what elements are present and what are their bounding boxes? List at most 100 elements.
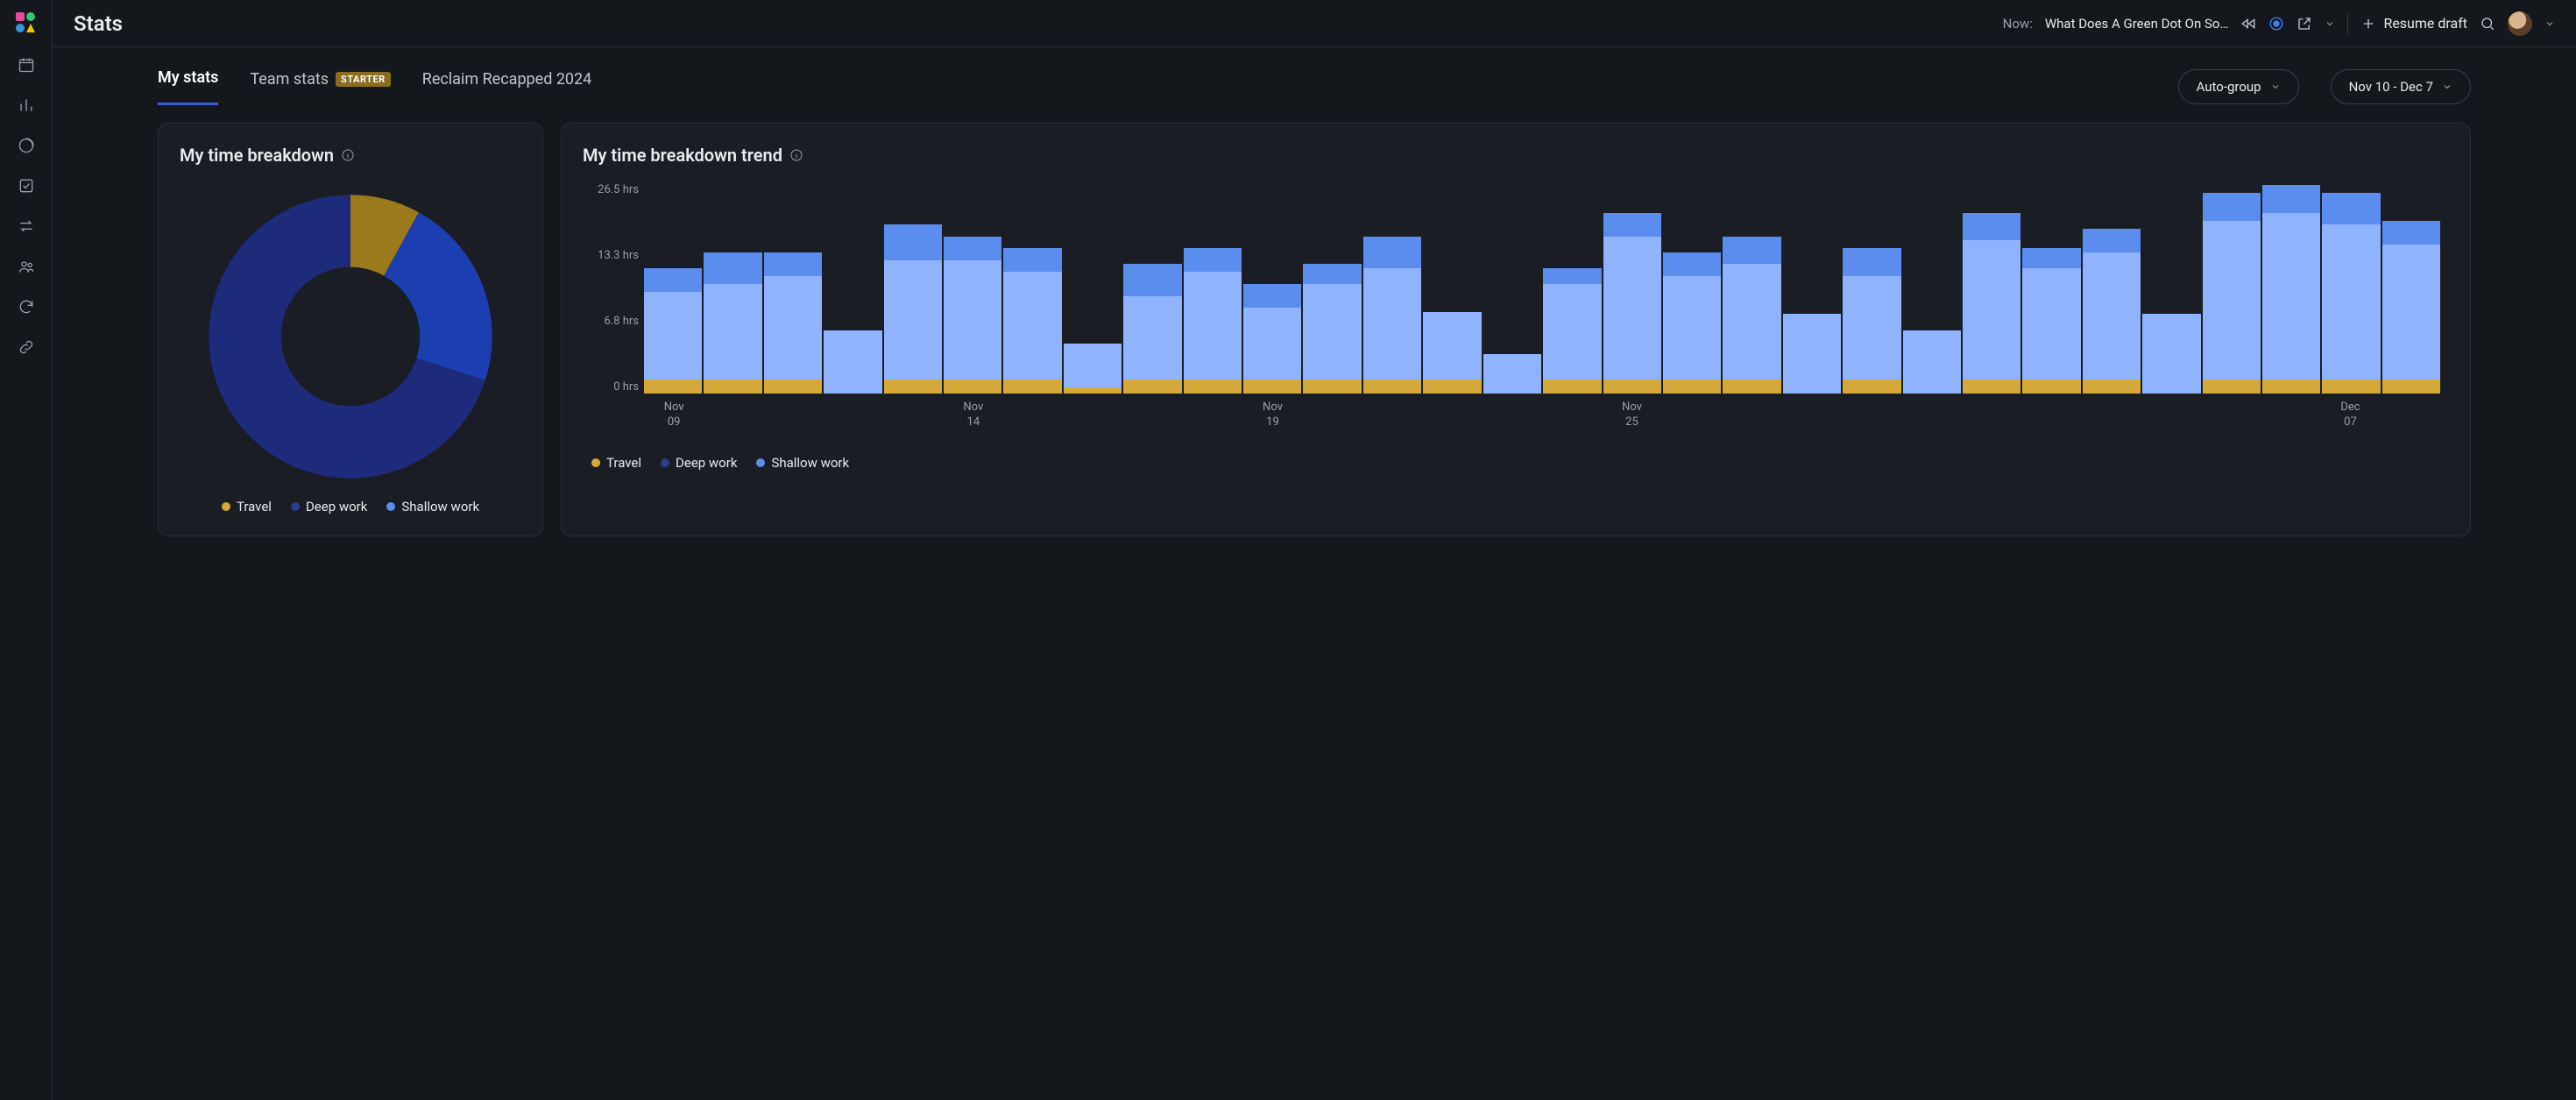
progress-icon[interactable] bbox=[18, 137, 35, 154]
bar-segment bbox=[1603, 213, 1661, 237]
bar-column bbox=[2262, 183, 2320, 394]
plus-icon bbox=[2360, 16, 2376, 32]
bar-column bbox=[2142, 183, 2200, 394]
bar-column bbox=[1963, 183, 2020, 394]
group-select[interactable]: Auto-group bbox=[2178, 69, 2299, 104]
bar-segment bbox=[1303, 264, 1361, 284]
bar-column bbox=[1903, 183, 1961, 394]
bar-segment bbox=[1363, 268, 1421, 380]
bar-segment bbox=[2083, 380, 2141, 394]
bar-segment bbox=[2142, 314, 2200, 394]
bar-column bbox=[1723, 183, 1780, 394]
link-icon[interactable] bbox=[18, 338, 35, 356]
now-playing-text[interactable]: What Does A Green Dot On So… bbox=[2045, 16, 2229, 32]
stats-icon[interactable] bbox=[18, 96, 35, 114]
bar-segment bbox=[2322, 193, 2380, 224]
tab-team-stats-label: Team stats bbox=[250, 70, 329, 89]
bar-segment bbox=[2262, 213, 2320, 380]
bar-segment bbox=[1423, 380, 1481, 394]
swap-icon[interactable] bbox=[18, 217, 35, 235]
bar-segment bbox=[2203, 380, 2261, 394]
date-range-select[interactable]: Nov 10 - Dec 7 bbox=[2331, 69, 2471, 104]
bar-segment bbox=[1123, 380, 1181, 394]
bar-segment bbox=[1963, 240, 2020, 379]
bar-segment bbox=[1184, 380, 1242, 394]
bar-segment bbox=[884, 380, 942, 394]
account-dropdown-icon[interactable] bbox=[2544, 18, 2555, 29]
bar-column bbox=[1423, 183, 1481, 394]
bar-segment bbox=[1243, 308, 1301, 380]
bar-segment bbox=[1184, 248, 1242, 272]
date-range-label: Nov 10 - Dec 7 bbox=[2349, 79, 2433, 95]
tab-team-stats[interactable]: Team stats STARTER bbox=[250, 70, 390, 104]
info-icon[interactable] bbox=[341, 148, 355, 162]
bar-column bbox=[1843, 183, 1900, 394]
bar-segment bbox=[1003, 272, 1061, 379]
bar-segment bbox=[2382, 221, 2440, 245]
y-tick: 13.3 hrs bbox=[598, 249, 639, 262]
resume-draft-label: Resume draft bbox=[2383, 15, 2467, 32]
tab-my-stats[interactable]: My stats bbox=[158, 68, 218, 105]
legend-shallow: Shallow work bbox=[386, 499, 479, 515]
bar-column bbox=[644, 183, 702, 394]
x-tick: Dec07 bbox=[2340, 401, 2360, 430]
bar-segment bbox=[884, 224, 942, 260]
tab-recapped-label: Reclaim Recapped 2024 bbox=[422, 70, 592, 89]
task-icon[interactable] bbox=[18, 177, 35, 195]
bar-segment bbox=[764, 380, 822, 394]
bar-segment bbox=[1064, 344, 1122, 387]
bar-segment bbox=[2022, 268, 2080, 380]
record-icon[interactable] bbox=[2268, 16, 2284, 32]
trend-chart: 26.5 hrs13.3 hrs6.8 hrs0 hrs Nov09Nov14N… bbox=[583, 183, 2449, 420]
page-title: Stats bbox=[74, 11, 123, 36]
sync-icon[interactable] bbox=[18, 298, 35, 316]
rewind-icon[interactable] bbox=[2240, 16, 2256, 32]
divider bbox=[2347, 13, 2348, 34]
bar-segment bbox=[1543, 268, 1601, 284]
dropdown-icon[interactable] bbox=[2325, 18, 2335, 29]
cards-row: My time breakdown Travel Deep work Shall… bbox=[53, 105, 2576, 554]
bar-segment bbox=[944, 380, 1001, 394]
calendar-icon[interactable] bbox=[18, 56, 35, 74]
bars-region bbox=[644, 183, 2440, 394]
legend-travel: Travel bbox=[591, 455, 641, 471]
bar-column bbox=[1363, 183, 1421, 394]
y-tick: 6.8 hrs bbox=[604, 315, 639, 328]
bar-segment bbox=[1363, 380, 1421, 394]
bar-segment bbox=[2022, 248, 2080, 268]
app-logo[interactable] bbox=[16, 12, 37, 33]
bar-segment bbox=[1963, 213, 2020, 241]
bar-column bbox=[1243, 183, 1301, 394]
bar-segment bbox=[1723, 380, 1780, 394]
open-external-icon[interactable] bbox=[2296, 16, 2312, 32]
bar-segment bbox=[2382, 245, 2440, 380]
avatar[interactable] bbox=[2508, 11, 2532, 36]
bar-column bbox=[1303, 183, 1361, 394]
x-tick: Nov19 bbox=[1263, 401, 1283, 430]
legend-travel: Travel bbox=[222, 499, 272, 515]
info-icon[interactable] bbox=[789, 148, 803, 162]
resume-draft-button[interactable]: Resume draft bbox=[2360, 15, 2467, 32]
bar-column bbox=[1663, 183, 1721, 394]
bar-column bbox=[764, 183, 822, 394]
tab-recapped[interactable]: Reclaim Recapped 2024 bbox=[422, 70, 592, 104]
bar-segment bbox=[2203, 193, 2261, 221]
bar-segment bbox=[1064, 387, 1122, 394]
bar-column bbox=[1543, 183, 1601, 394]
bar-segment bbox=[1903, 330, 1961, 394]
bar-segment bbox=[1123, 296, 1181, 380]
bar-segment bbox=[2022, 380, 2080, 394]
sidebar bbox=[0, 0, 53, 1100]
bar-column bbox=[2322, 183, 2380, 394]
bar-column bbox=[1064, 183, 1122, 394]
bar-column bbox=[884, 183, 942, 394]
topbar: Stats Now: What Does A Green Dot On So… … bbox=[53, 0, 2576, 47]
bar-segment bbox=[1843, 380, 1900, 394]
search-icon[interactable] bbox=[2480, 16, 2495, 32]
trend-legend: Travel Deep work Shallow work bbox=[583, 455, 2449, 471]
people-icon[interactable] bbox=[18, 258, 35, 275]
bar-segment bbox=[1303, 380, 1361, 394]
bar-segment bbox=[884, 260, 942, 380]
bar-column bbox=[2083, 183, 2141, 394]
bar-segment bbox=[764, 276, 822, 380]
